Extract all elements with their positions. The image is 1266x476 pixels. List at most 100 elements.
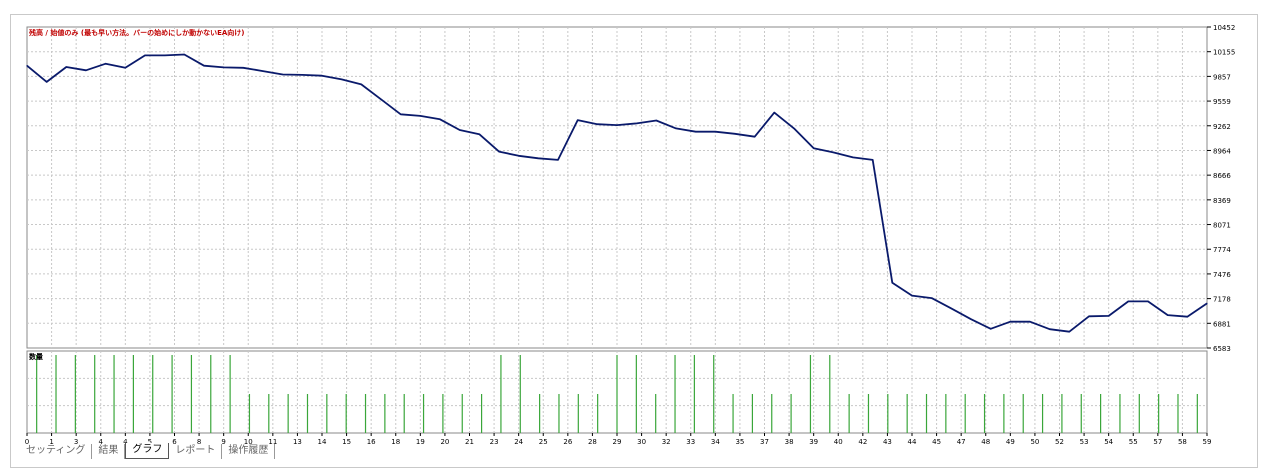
balance-point — [419, 115, 421, 117]
balance-chart: 10452 10155 9857 9559 9262 8964 8666 8369 8071 77… — [25, 24, 1236, 446]
balance-point — [518, 155, 520, 157]
balance-point — [931, 297, 933, 299]
x-tick-label: 47 — [957, 438, 966, 446]
x-tick-label: 33 — [686, 438, 695, 446]
balance-point — [1049, 328, 1051, 330]
balance-point — [282, 73, 284, 76]
tab-settings[interactable]: セッティング — [20, 444, 93, 459]
x-tick-label: 25 — [539, 438, 548, 446]
x-tick-label: 34 — [711, 438, 720, 446]
x-tick-label: 18 — [391, 438, 400, 446]
balance-point — [183, 53, 185, 56]
x-tick-label: 37 — [760, 438, 769, 446]
x-tick-label: 21 — [465, 438, 474, 446]
x-tick-label: 59 — [1203, 438, 1212, 446]
balance-point — [695, 131, 697, 133]
x-tick-label: 58 — [1178, 438, 1187, 446]
x-tick-label: 30 — [637, 438, 646, 446]
x-tick-label: 26 — [563, 438, 572, 446]
balance-point — [714, 131, 716, 133]
x-tick-label: 55 — [1129, 438, 1138, 446]
x-tick-label: 52 — [1055, 438, 1064, 446]
x-tick-label: 28 — [588, 438, 597, 446]
balance-point — [970, 318, 972, 320]
y-tick-label: 10155 — [1213, 49, 1235, 57]
y-tick-label: 8964 — [1213, 147, 1231, 155]
y-tick-label: 8369 — [1213, 197, 1231, 205]
tab-graph[interactable]: グラフ — [125, 443, 170, 459]
balance-point — [321, 75, 323, 77]
balance-point — [1127, 300, 1129, 302]
tester-graph-frame: 10452 10155 9857 9559 9262 8964 8666 8369 8071 77… — [10, 14, 1258, 468]
balance-point — [124, 67, 126, 69]
x-tick-label: 13 — [293, 438, 302, 446]
x-tick-label: 35 — [735, 438, 744, 446]
x-tick-label: 43 — [883, 438, 892, 446]
balance-point — [360, 83, 362, 86]
balance-point — [144, 54, 146, 56]
balance-point — [655, 119, 657, 122]
balance-point — [596, 123, 598, 125]
balance-point — [891, 282, 893, 284]
x-tick-label: 38 — [785, 438, 794, 446]
tab-report[interactable]: レポート — [169, 444, 223, 459]
volume-title: 数量 — [29, 352, 43, 361]
balance-point — [1167, 314, 1169, 316]
balance-point — [577, 119, 579, 121]
balance-point — [872, 159, 874, 161]
x-tick-label: 54 — [1104, 438, 1113, 446]
balance-point — [478, 133, 480, 135]
y-tick-label: 8071 — [1213, 222, 1231, 230]
balance-point — [1108, 315, 1110, 317]
balance-point — [1147, 300, 1149, 302]
y-axis-ticks: 10452 10155 9857 9559 9262 8964 8666 8369 8071 77… — [1207, 24, 1235, 353]
x-tick-label: 40 — [834, 438, 843, 446]
balance-point — [793, 127, 795, 129]
balance-point — [734, 133, 736, 135]
balance-point — [1206, 302, 1208, 305]
balance-point — [950, 307, 952, 310]
x-tick-label: 23 — [490, 438, 499, 446]
x-tick-label: 45 — [932, 438, 941, 446]
x-tick-label: 19 — [416, 438, 425, 446]
y-tick-label: 7476 — [1213, 271, 1231, 279]
balance-point — [852, 156, 854, 159]
x-tick-label: 42 — [858, 438, 867, 446]
balance-point — [26, 65, 28, 67]
y-tick-label: 9857 — [1213, 73, 1231, 81]
x-tick-label: 16 — [367, 438, 376, 446]
y-tick-label: 6881 — [1213, 320, 1231, 328]
chart-title: 残高 / 始値のみ (最も早い方法。バーの始めにしか動かないEA向け) — [29, 28, 244, 37]
balance-point — [105, 63, 107, 65]
x-tick-label: 49 — [1006, 438, 1015, 446]
balance-point — [990, 328, 992, 330]
x-tick-label: 14 — [318, 438, 327, 446]
balance-point — [1088, 315, 1090, 317]
y-tick-label: 6583 — [1213, 345, 1231, 353]
balance-point — [223, 66, 225, 69]
y-tick-label: 10452 — [1213, 24, 1235, 32]
balance-point — [1068, 331, 1070, 333]
x-tick-label: 29 — [613, 438, 622, 446]
y-tick-label: 9559 — [1213, 98, 1231, 106]
volume-bars-group — [36, 355, 1198, 433]
balance-point — [832, 151, 834, 154]
x-tick-label: 24 — [514, 438, 523, 446]
balance-point — [380, 98, 382, 100]
balance-point — [1009, 321, 1011, 323]
balance-point — [439, 118, 441, 120]
balance-point — [911, 294, 913, 297]
balance-point — [1029, 321, 1031, 323]
balance-point — [557, 159, 559, 161]
x-tick-label: 53 — [1080, 438, 1089, 446]
tab-journal[interactable]: 操作履歴 — [222, 444, 276, 459]
x-tick-label: 57 — [1153, 438, 1162, 446]
balance-point — [46, 81, 48, 83]
balance-point — [242, 67, 244, 69]
tab-results[interactable]: 結果 — [92, 444, 126, 459]
balance-point — [301, 74, 303, 76]
x-tick-label: 20 — [440, 438, 449, 446]
x-tick-label: 50 — [1030, 438, 1039, 446]
x-tick-label: 39 — [809, 438, 818, 446]
y-tick-label: 7178 — [1213, 296, 1231, 304]
